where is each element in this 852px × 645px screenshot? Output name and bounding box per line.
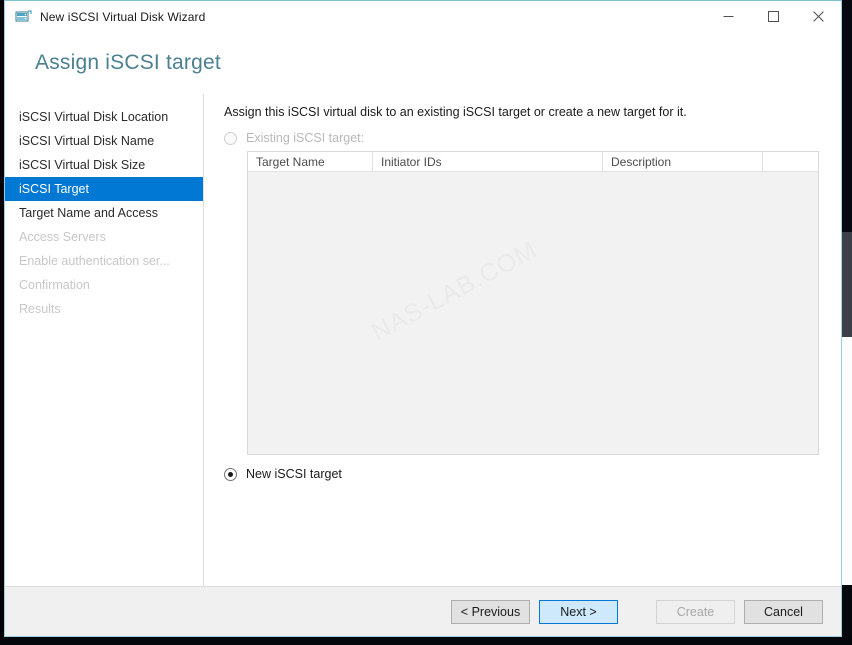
title-bar: New iSCSI Virtual Disk Wizard [5,1,841,32]
step-content: Assign this iSCSI virtual disk to an exi… [204,94,841,586]
wizard-steps-sidebar: iSCSI Virtual Disk Location iSCSI Virtua… [5,94,204,586]
new-target-label: New iSCSI target [246,467,342,481]
create-button: Create [656,599,735,624]
existing-target-radio [224,131,237,145]
column-header-initiator-ids[interactable]: Initiator IDs [373,152,603,171]
table-header-row: Target Name Initiator IDs Description [248,152,818,172]
previous-button[interactable]: < Previous [451,599,530,624]
page-header: Assign iSCSI target [5,32,841,94]
sidebar-item-label: Enable authentication ser... [19,254,170,268]
minimize-icon[interactable] [706,2,751,32]
existing-target-radio-row[interactable]: Existing iSCSI target: [224,131,825,145]
close-icon[interactable] [796,2,841,32]
sidebar-item-access-servers: Access Servers [5,225,203,249]
backdrop-strip-bottom [0,637,852,645]
sidebar-item-enable-authentication-service: Enable authentication ser... [5,249,203,273]
new-target-radio-row[interactable]: New iSCSI target [224,467,825,481]
watermark-text: NAS-LAB.COM [366,235,542,347]
column-header-target-name[interactable]: Target Name [248,152,373,171]
column-header-description[interactable]: Description [603,152,763,171]
sidebar-item-label: iSCSI Target [19,182,89,196]
sidebar-item-results: Results [5,297,203,321]
sidebar-item-confirmation: Confirmation [5,273,203,297]
sidebar-item-label: Target Name and Access [19,206,158,220]
dialog-footer: < Previous Next > Create Cancel [5,586,841,636]
new-target-radio[interactable] [224,467,237,481]
window-title: New iSCSI Virtual Disk Wizard [40,9,206,24]
dialog-body: iSCSI Virtual Disk Location iSCSI Virtua… [5,94,841,586]
wizard-window: New iSCSI Virtual Disk Wizard Assign iSC… [4,0,842,637]
sidebar-item-iscsi-virtual-disk-size[interactable]: iSCSI Virtual Disk Size [5,153,203,177]
page-title: Assign iSCSI target [35,51,221,74]
sidebar-item-label: Access Servers [19,230,106,244]
maximize-icon[interactable] [751,2,796,32]
sidebar-item-iscsi-target[interactable]: iSCSI Target [5,177,203,201]
intro-text: Assign this iSCSI virtual disk to an exi… [224,105,687,119]
sidebar-item-label: iSCSI Virtual Disk Size [19,158,146,172]
existing-targets-table: Target Name Initiator IDs Description NA… [247,151,819,455]
sidebar-item-label: Confirmation [19,278,90,292]
cancel-button[interactable]: Cancel [744,599,823,624]
next-button[interactable]: Next > [539,599,618,624]
iscsi-disk-icon [15,9,32,25]
sidebar-item-label: Results [19,302,61,316]
sidebar-item-label: iSCSI Virtual Disk Name [19,134,155,148]
sidebar-item-iscsi-virtual-disk-name[interactable]: iSCSI Virtual Disk Name [5,129,203,153]
table-body-empty: NAS-LAB.COM [248,172,818,454]
sidebar-item-label: iSCSI Virtual Disk Location [19,110,169,124]
column-header-blank[interactable] [763,152,818,171]
existing-target-label: Existing iSCSI target: [246,131,365,145]
sidebar-item-target-name-and-access[interactable]: Target Name and Access [5,201,203,225]
sidebar-item-iscsi-virtual-disk-location[interactable]: iSCSI Virtual Disk Location [5,105,203,129]
